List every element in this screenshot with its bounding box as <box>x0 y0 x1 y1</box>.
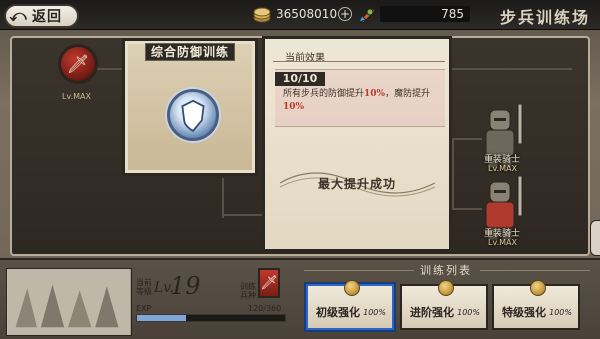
coin-icon <box>530 280 546 296</box>
current-level-label-top: 当前 <box>136 278 152 287</box>
exp-value: 120/360 <box>248 304 282 313</box>
option-label: 初级强化 <box>316 306 360 319</box>
train-unit-label: 训练 兵种 <box>240 282 256 300</box>
side-pull-tab[interactable] <box>590 220 600 256</box>
unit-level: Lv.MAX <box>488 164 517 173</box>
shield-emblem-icon <box>167 89 219 141</box>
effect-text-part: 所有步兵的防御提升 <box>283 89 365 99</box>
arrow-back-icon: ⤺ <box>9 6 27 25</box>
back-button[interactable]: ⤺ 返回 <box>4 4 79 28</box>
sword-icon[interactable]: 🗡 <box>258 268 280 298</box>
divider <box>273 61 445 62</box>
top-bar: ⤺ 返回 36508010 + 785 步兵训练场 <box>0 0 600 30</box>
option-label: 特级强化 <box>502 306 546 319</box>
gold-coin-icon <box>253 7 271 23</box>
option-basic[interactable]: 初级强化 100% <box>306 280 394 330</box>
option-percent: 100% <box>549 308 572 317</box>
divider <box>304 270 414 271</box>
current-level-label: 当前 等级 <box>136 278 152 296</box>
sword-icon: 🗡 <box>66 53 90 75</box>
current-level-value: 19 <box>170 272 201 300</box>
effect-text-part: ，魔防提升 <box>385 89 431 99</box>
training-list-title: 训练列表 <box>420 264 472 277</box>
page-title: 步兵训练场 <box>499 8 590 27</box>
add-gold-button[interactable]: + <box>338 7 352 21</box>
effect-value-magic: 10% <box>283 102 305 112</box>
effect-description: 所有步兵的防御提升10%，魔防提升10% <box>283 88 438 114</box>
option-percent: 100% <box>363 308 386 317</box>
option-advanced[interactable]: 进阶强化 100% <box>400 280 488 330</box>
effect-result: 最大提升成功 <box>317 177 396 191</box>
gem-amount: 785 <box>380 6 470 22</box>
effect-panel: 当前效果 10/10 所有步兵的防御提升10%，魔防提升10% 最大提升成功 <box>262 36 452 252</box>
exp-label: EXP <box>136 304 152 313</box>
current-level-label-bottom: 等级 <box>136 287 152 296</box>
bottom-panel: 当前 等级 Lv. 19 训练 兵种 🗡 EXP 120/360 训练列表 初级… <box>0 258 600 339</box>
path-line <box>452 138 454 210</box>
coin-icon <box>344 280 360 296</box>
sword-node[interactable]: 🗡 <box>58 44 98 84</box>
path-line <box>452 68 572 70</box>
node-level-label: Lv.MAX <box>62 92 91 101</box>
training-card-title: 综合防御训练 <box>145 43 235 61</box>
effect-value-defense: 10% <box>364 89 386 99</box>
gem-icon <box>358 7 376 24</box>
unit-level: Lv.MAX <box>488 238 517 247</box>
training-ground-screen: ⤺ 返回 36508010 + 785 步兵训练场 🗡 Lv.MAX 重装骑士 … <box>0 0 600 339</box>
option-label: 进阶强化 <box>410 306 454 319</box>
gold-amount: 36508010 <box>276 7 338 21</box>
training-card[interactable]: 综合防御训练 <box>122 38 258 176</box>
option-percent: 100% <box>457 308 480 317</box>
infantry-sketch <box>6 268 132 336</box>
back-label: 返回 <box>32 9 62 25</box>
divider <box>480 270 590 271</box>
effect-count: 10/10 <box>275 72 325 86</box>
option-special[interactable]: 特级强化 100% <box>492 280 580 330</box>
effect-box: 10/10 所有步兵的防御提升10%，魔防提升10% <box>275 69 445 127</box>
exp-progress-bar <box>136 314 286 322</box>
coin-icon <box>438 280 454 296</box>
exp-progress-fill <box>137 315 187 321</box>
train-unit-label-bottom: 兵种 <box>240 291 256 300</box>
train-unit-label-top: 训练 <box>240 282 256 291</box>
path-line <box>222 178 224 218</box>
